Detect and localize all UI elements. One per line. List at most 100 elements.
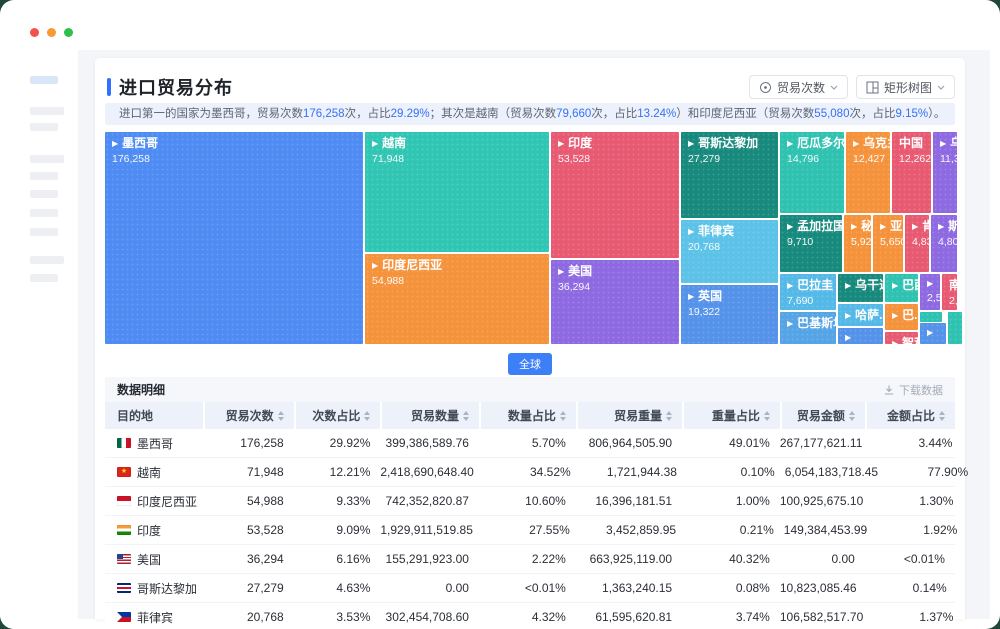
treemap-block-秘鲁[interactable]: ▶秘鲁5,924: [844, 215, 871, 272]
sidebar-skeleton-item: [30, 274, 58, 282]
treemap-block-亚[interactable]: ▶亚5,650: [873, 215, 903, 272]
table-cell: 34.52%: [484, 458, 581, 486]
treemap-block-巴...[interactable]: ▶巴...: [885, 304, 918, 330]
download-icon: [883, 384, 895, 396]
drill-down-arrow-icon: ▶: [912, 222, 918, 232]
block-label: 秘鲁: [861, 220, 871, 233]
drill-down-arrow-icon: ▶: [938, 222, 944, 232]
column-header-7[interactable]: 贸易金额: [780, 402, 865, 429]
treemap-block-巴基斯坦[interactable]: ▶巴基斯坦: [780, 312, 836, 344]
treemap-block-乌...[interactable]: ▶乌...11,342: [933, 132, 957, 213]
page-title: 进口贸易分布: [119, 74, 233, 100]
column-header-2[interactable]: 次数占比: [294, 402, 381, 429]
table-cell: 3.53%: [294, 603, 381, 629]
treemap-block-墨西哥[interactable]: ▶墨西哥176,258: [105, 132, 363, 344]
block-value: 2,2: [949, 295, 950, 307]
table-row[interactable]: 哥斯达黎加27,2794.63%0.00<0.01%1,363,240.150.…: [105, 574, 955, 603]
sort-icon[interactable]: [560, 411, 566, 421]
treemap-block-智利[interactable]: ▶智利: [885, 332, 918, 344]
metric-select-button[interactable]: 贸易次数: [749, 75, 848, 99]
block-value: 4,804: [938, 236, 950, 248]
table-cell: 149,384,453.99: [784, 516, 877, 544]
treemap-block-斯[interactable]: ▶斯4,804: [931, 215, 957, 272]
treemap-block-越南[interactable]: ▶越南71,948: [365, 132, 549, 252]
treemap-block-孟加拉国[interactable]: ▶孟加拉国9,710: [780, 215, 842, 272]
drill-down-arrow-icon: ▶: [845, 311, 851, 321]
treemap-block-乌克兰[interactable]: ▶乌克兰12,427: [846, 132, 890, 213]
treemap-block[interactable]: [920, 312, 942, 322]
column-header-1[interactable]: 贸易次数: [203, 402, 294, 429]
table-cell: 0.00: [380, 574, 479, 602]
treemap-block-巴西[interactable]: ▶巴西: [885, 274, 918, 302]
table-row[interactable]: 印度尼西亚54,9889.33%742,352,820.8710.60%16,3…: [105, 487, 955, 516]
sort-icon[interactable]: [764, 411, 770, 421]
sidebar-skeleton-item: [30, 172, 58, 180]
table-cell: 3.74%: [682, 603, 780, 629]
drill-down-arrow-icon: ▶: [688, 139, 694, 149]
column-label: 金额占比: [887, 407, 935, 424]
treemap-block-印度[interactable]: ▶印度53,528: [551, 132, 679, 258]
treemap-block[interactable]: ▶: [920, 323, 946, 344]
table-cell: 49.01%: [682, 429, 780, 457]
column-header-3[interactable]: 贸易数量: [380, 402, 479, 429]
download-data-button[interactable]: 下载数据: [883, 382, 943, 398]
sort-icon[interactable]: [463, 411, 469, 421]
treemap-block-哥斯达黎加[interactable]: ▶哥斯达黎加27,279: [681, 132, 778, 218]
sidebar: [0, 52, 78, 629]
summary-highlight: 13.24%: [637, 108, 676, 120]
table-cell: 10.60%: [479, 487, 576, 515]
chart-type-button[interactable]: 矩形树图: [856, 75, 955, 99]
table-row[interactable]: 菲律宾20,7683.53%302,454,708.604.32%61,595,…: [105, 603, 955, 629]
sort-icon[interactable]: [278, 411, 284, 421]
sort-icon[interactable]: [939, 411, 945, 421]
treemap-block-美国[interactable]: ▶美国36,294: [551, 260, 679, 344]
drill-down-arrow-icon: ▶: [892, 281, 898, 291]
window-controls: [30, 28, 73, 37]
content-card: 进口贸易分布 贸易次数: [95, 58, 965, 619]
chevron-down-icon: [937, 85, 945, 90]
treemap-block[interactable]: [948, 312, 962, 344]
flag-us-icon: [117, 554, 131, 564]
treemap-block[interactable]: ▶2,5: [920, 274, 940, 310]
table-row[interactable]: 越南71,94812.21%2,418,690,648.4034.52%1,72…: [105, 458, 955, 487]
treemap-block-厄瓜多尔[interactable]: ▶厄瓜多尔14,796: [780, 132, 844, 213]
block-value: 2,5: [927, 292, 933, 304]
treemap-block-哈萨...[interactable]: ▶哈萨...: [838, 304, 883, 326]
column-header-4[interactable]: 数量占比: [479, 402, 576, 429]
table-cell: <0.01%: [865, 545, 955, 573]
table-row[interactable]: 印度53,5289.09%1,929,911,519.8527.55%3,452…: [105, 516, 955, 545]
minimize-icon[interactable]: [47, 28, 56, 37]
table-row[interactable]: 美国36,2946.16%155,291,923.002.22%663,925,…: [105, 545, 955, 574]
drill-down-arrow-icon: ▶: [688, 292, 694, 302]
column-header-8[interactable]: 金额占比: [865, 402, 955, 429]
treemap-block-印度尼西亚[interactable]: ▶印度尼西亚54,988: [365, 254, 549, 344]
table-cell: 40.32%: [682, 545, 780, 573]
treemap-block-肯[interactable]: ▶肯4,836: [905, 215, 929, 272]
drill-down-arrow-icon: ▶: [892, 339, 898, 345]
drill-down-arrow-icon: ▶: [892, 311, 898, 321]
close-icon[interactable]: [30, 28, 39, 37]
treemap-block-乌干达[interactable]: ▶乌干达: [838, 274, 883, 302]
table-row[interactable]: 墨西哥176,25829.92%399,386,589.765.70%806,9…: [105, 429, 955, 458]
summary-highlight: 29.29%: [391, 108, 430, 120]
sort-icon[interactable]: [849, 411, 855, 421]
maximize-icon[interactable]: [64, 28, 73, 37]
treemap-block-菲律宾[interactable]: ▶菲律宾20,768: [681, 220, 778, 283]
treemap-block-南[interactable]: 南2,2: [942, 274, 957, 310]
treemap-block[interactable]: ▶: [838, 328, 883, 344]
treemap-block-英国[interactable]: ▶英国19,322: [681, 285, 778, 344]
block-label: 哥斯达黎加: [698, 137, 758, 150]
column-header-6[interactable]: 重量占比: [682, 402, 780, 429]
treemap-block-中国[interactable]: 中国12,262: [892, 132, 931, 213]
table-cell: 3.44%: [872, 429, 962, 457]
treemap-root-button[interactable]: 全球: [508, 353, 552, 375]
drill-down-arrow-icon: ▶: [558, 139, 564, 149]
sidebar-skeleton-item: [30, 107, 64, 115]
destination-name: 墨西哥: [137, 435, 173, 452]
column-header-5[interactable]: 贸易重量: [576, 402, 682, 429]
table-cell: 302,454,708.60: [380, 603, 479, 629]
block-label: 印度尼西亚: [382, 259, 442, 272]
treemap-block-巴拉圭[interactable]: ▶巴拉圭7,690: [780, 274, 836, 310]
sort-icon[interactable]: [364, 411, 370, 421]
sort-icon[interactable]: [666, 411, 672, 421]
